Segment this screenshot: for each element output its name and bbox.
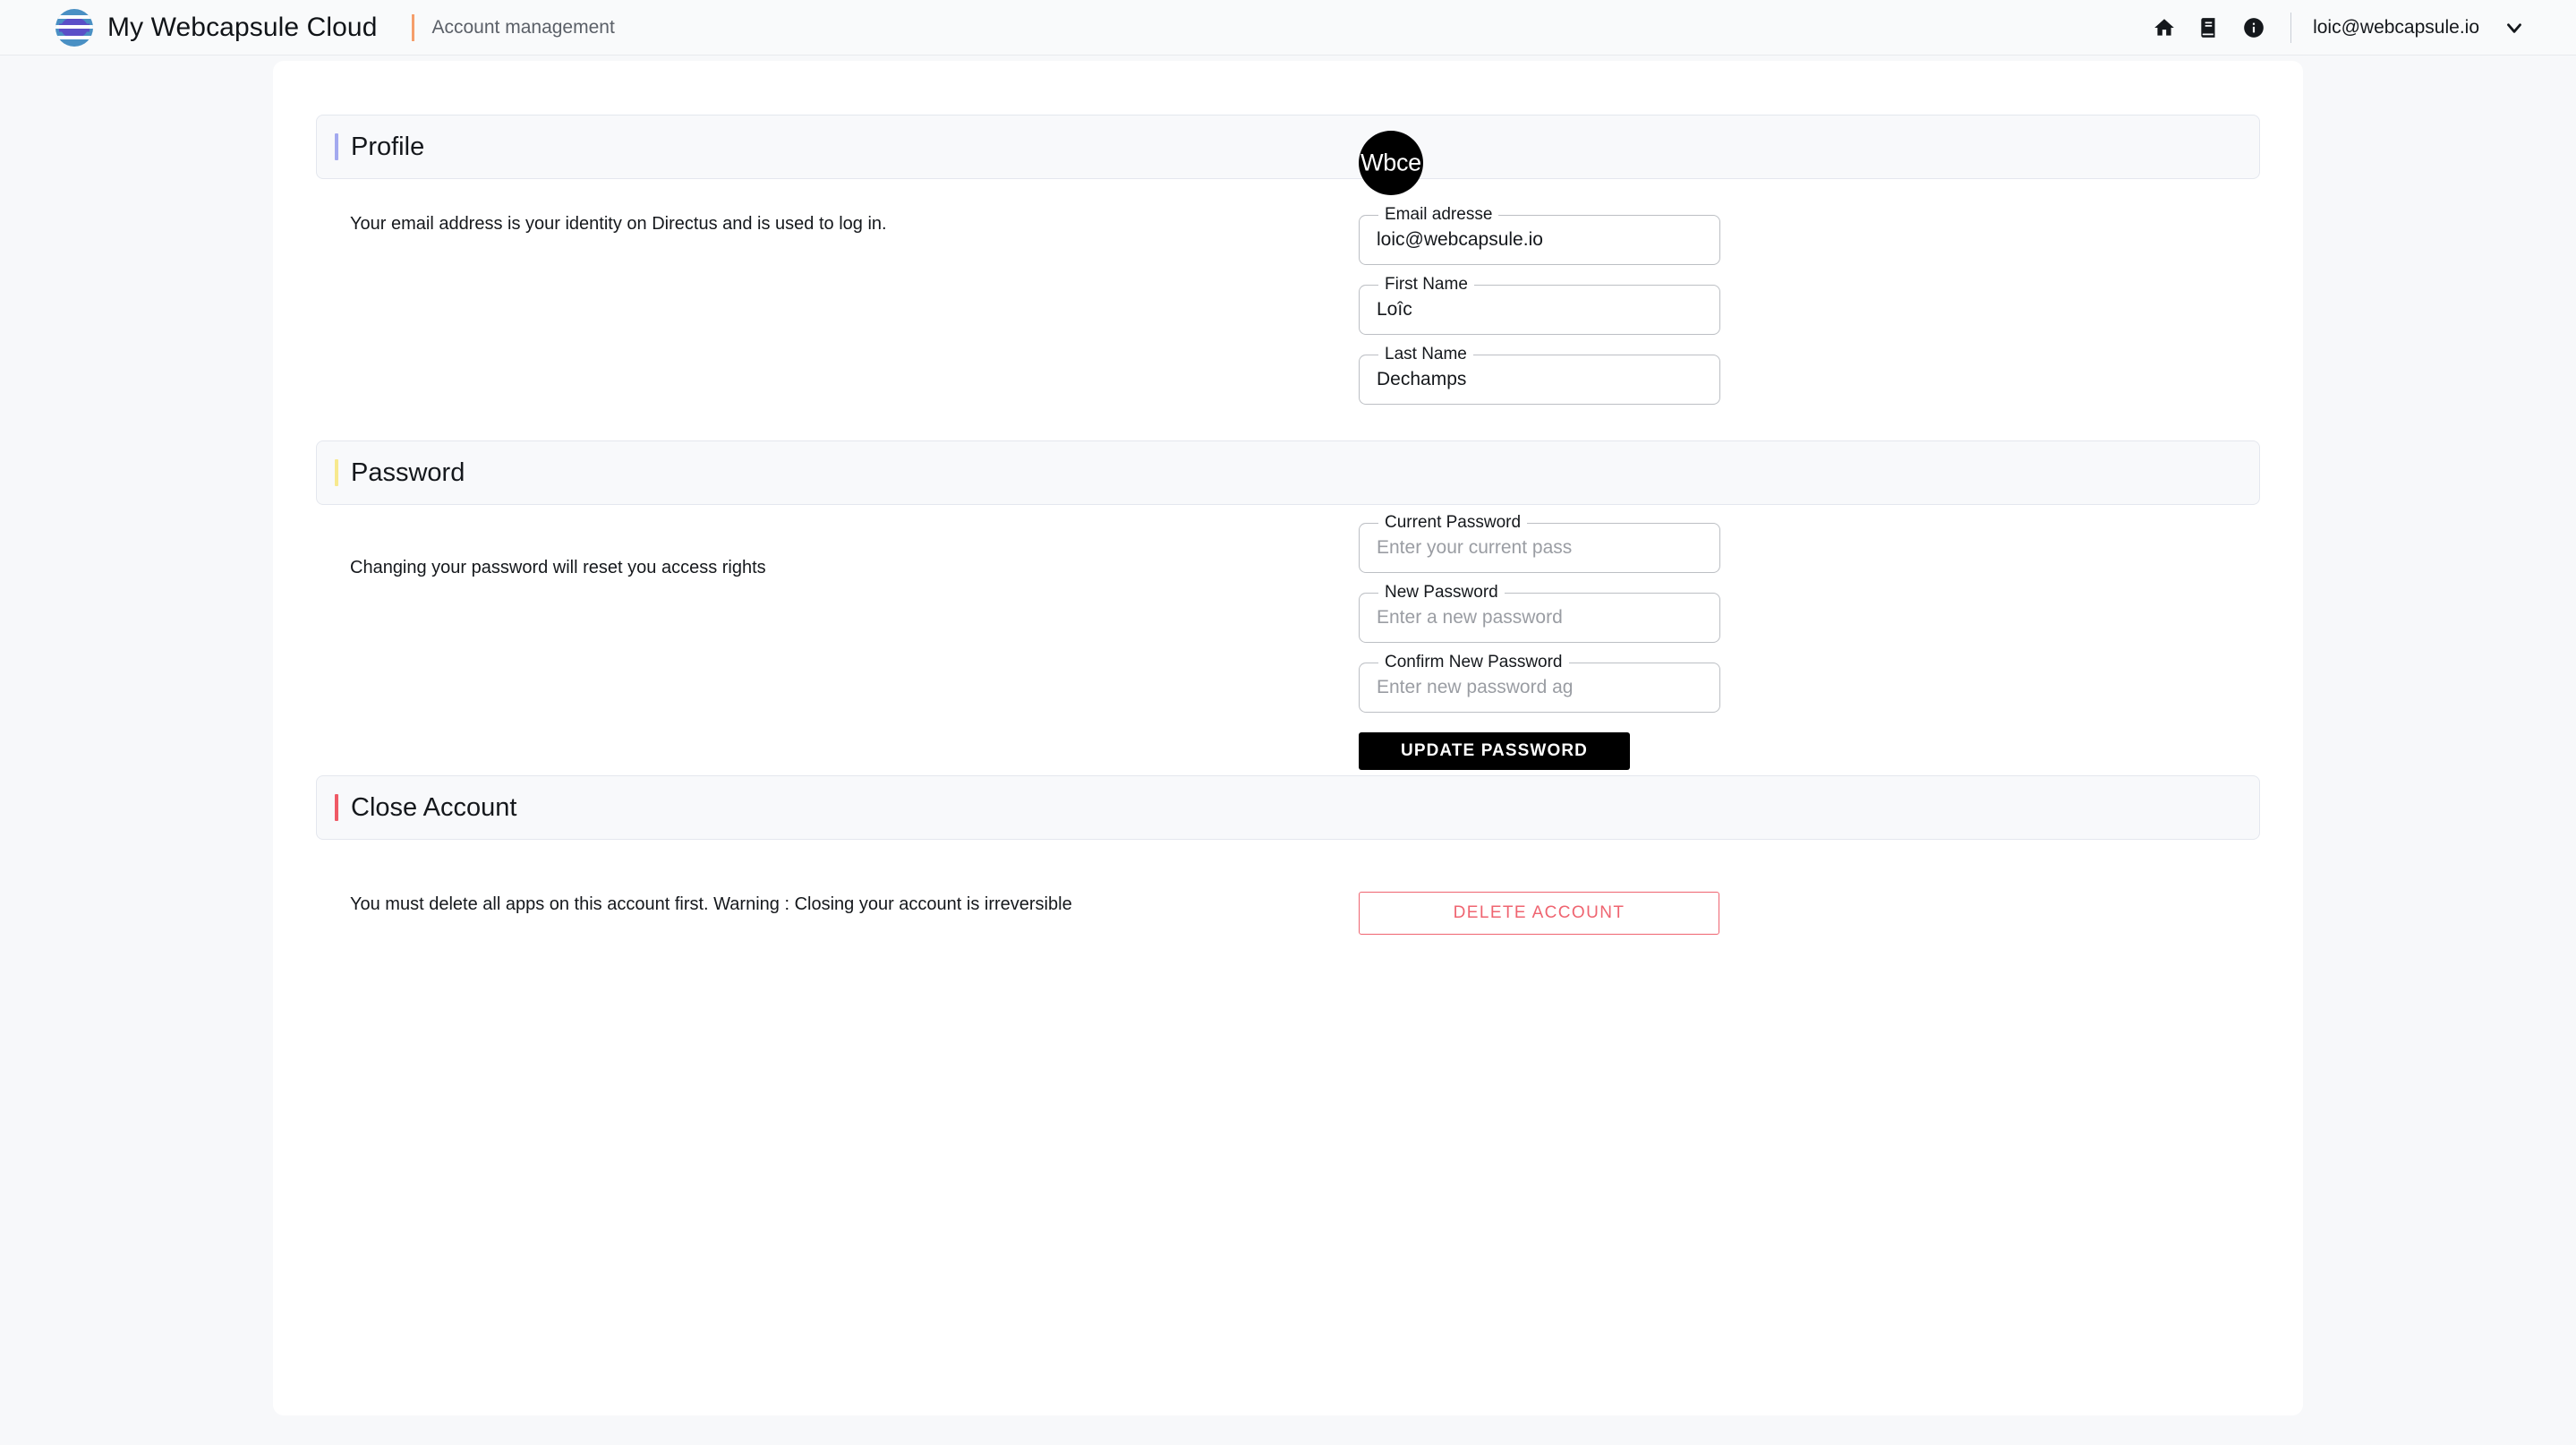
profile-section-body: Your email address is your identity on D… — [316, 131, 2260, 430]
first-name-field[interactable]: First Name — [1359, 275, 1720, 335]
account-management-card: Profile Your email address is your ident… — [273, 61, 2303, 1415]
profile-accent-bar — [335, 133, 338, 160]
password-title: Password — [351, 457, 465, 487]
first-name-input[interactable] — [1359, 285, 1720, 335]
avatar-initials: Wbce — [1361, 149, 1421, 176]
section-profile: Profile Your email address is your ident… — [316, 115, 2260, 430]
profile-description-column: Your email address is your identity on D… — [316, 211, 1090, 237]
section-password: Password Changing your password will res… — [316, 440, 2260, 770]
password-form-column: Current Password New Password Confirm Ne… — [1090, 513, 2260, 770]
profile-form-column: Wbce Email adresse First Name — [1090, 131, 2260, 405]
brand-title: My Webcapsule Cloud — [107, 12, 378, 42]
header-divider — [411, 13, 414, 41]
close-account-accent-bar — [335, 794, 338, 821]
info-circle-icon[interactable] — [2231, 5, 2276, 50]
webcapsule-sphere-logo-icon — [55, 8, 93, 47]
new-password-input[interactable] — [1359, 593, 1720, 643]
password-accent-bar — [335, 459, 338, 486]
password-section-header: Password — [316, 440, 2260, 505]
home-icon[interactable] — [2142, 5, 2187, 50]
close-account-section-header: Close Account — [316, 775, 2260, 840]
profile-title: Profile — [351, 132, 425, 161]
email-input[interactable] — [1359, 215, 1720, 265]
close-account-title: Close Account — [351, 792, 517, 822]
password-description-column: Changing your password will reset you ac… — [316, 555, 1090, 581]
profile-description: Your email address is your identity on D… — [350, 214, 887, 234]
password-description: Changing your password will reset you ac… — [350, 558, 766, 577]
delete-account-button[interactable]: DELETE ACCOUNT — [1359, 892, 1719, 935]
update-password-button[interactable]: UPDATE PASSWORD — [1359, 732, 1630, 770]
current-password-input[interactable] — [1359, 523, 1720, 573]
close-account-description: You must delete all apps on this account… — [350, 894, 1072, 914]
page-subtitle: Account management — [431, 16, 615, 38]
top-bar-divider — [2290, 13, 2292, 43]
password-section-body: Changing your password will reset you ac… — [316, 505, 2260, 770]
account-sections: Profile Your email address is your ident… — [316, 115, 2260, 983]
avatar[interactable]: Wbce — [1359, 131, 1423, 195]
section-close-account: Close Account You must delete all apps o… — [316, 775, 2260, 983]
book-icon[interactable] — [2187, 5, 2231, 50]
avatar-row: Wbce — [1359, 131, 2260, 195]
confirm-password-field[interactable]: Confirm New Password — [1359, 653, 1720, 713]
close-account-section-body: You must delete all apps on this account… — [316, 840, 2260, 983]
email-field[interactable]: Email adresse — [1359, 205, 1720, 265]
current-password-field[interactable]: Current Password — [1359, 513, 1720, 573]
user-email-label[interactable]: loic@webcapsule.io — [2313, 17, 2479, 38]
chevron-down-icon[interactable] — [2503, 16, 2526, 39]
top-bar-actions: loic@webcapsule.io — [2142, 0, 2526, 56]
last-name-input[interactable] — [1359, 355, 1720, 405]
close-account-action-column: DELETE ACCOUNT — [1090, 892, 2260, 935]
close-account-description-column: You must delete all apps on this account… — [316, 892, 1090, 918]
confirm-password-input[interactable] — [1359, 663, 1720, 713]
last-name-field[interactable]: Last Name — [1359, 345, 1720, 405]
top-navigation-bar: My Webcapsule Cloud Account management l… — [0, 0, 2576, 56]
new-password-field[interactable]: New Password — [1359, 583, 1720, 643]
brand[interactable]: My Webcapsule Cloud — [55, 8, 378, 47]
